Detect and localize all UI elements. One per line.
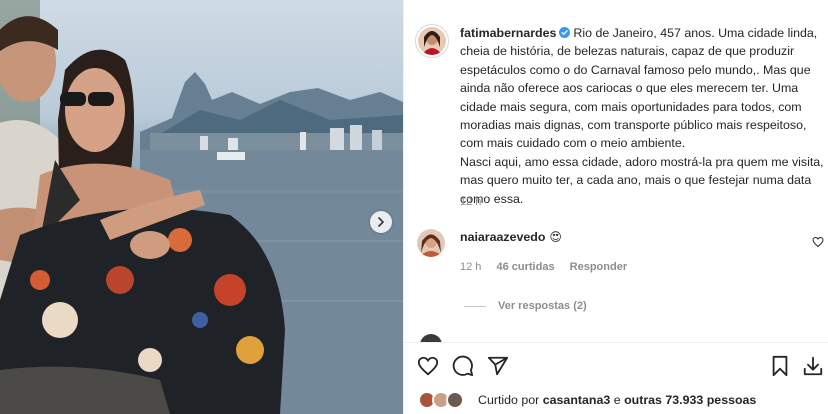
liker-avatars <box>418 391 468 409</box>
verified-badge-icon <box>559 27 571 38</box>
caption-timestamp[interactable]: 12 h <box>460 196 481 208</box>
caption-text: Rio de Janeiro, 457 anos. Uma cidade lin… <box>460 26 824 206</box>
post-actions-bar: Curtido por casantana3 e outras 73.933 p… <box>404 342 828 414</box>
comment-meta: 12 h 46 curtidas Responder <box>460 261 639 273</box>
post-photo <box>0 0 403 414</box>
post-owner-avatar[interactable] <box>415 24 449 58</box>
post-details-panel: fatimabernardes Rio de Janeiro, 457 anos.… <box>403 0 828 414</box>
post-caption: fatimabernardes Rio de Janeiro, 457 anos.… <box>460 24 825 208</box>
likes-summary: Curtido por casantana3 e outras 73.933 p… <box>418 391 756 409</box>
commenter-avatar[interactable] <box>417 229 445 257</box>
likes-conjunction: e <box>613 393 621 407</box>
view-replies-label: Ver respostas (2) <box>498 300 587 312</box>
comment-text: 😍 <box>549 230 562 244</box>
replies-divider <box>464 305 486 307</box>
comment-timestamp[interactable]: 12 h <box>460 261 481 273</box>
bookmark-icon[interactable] <box>769 355 791 377</box>
commenter-username[interactable]: naiaraazevedo <box>460 230 545 244</box>
liker-avatar <box>446 391 464 409</box>
share-icon[interactable] <box>487 355 509 377</box>
avatar-image <box>418 27 446 55</box>
comment-likes-count[interactable]: 46 curtidas <box>496 261 554 273</box>
chevron-right-icon <box>378 217 384 227</box>
comment-like-heart-icon[interactable] <box>812 236 824 248</box>
comment: naiaraazevedo 😍 <box>460 230 562 244</box>
post-photo-illustration <box>0 0 403 414</box>
download-icon[interactable] <box>802 355 824 377</box>
view-replies-button[interactable]: Ver respostas (2) <box>464 300 587 312</box>
avatar-image <box>417 229 445 257</box>
heart-icon[interactable] <box>417 355 439 377</box>
post-owner-username[interactable]: fatimabernardes <box>460 26 556 40</box>
other-likes-count[interactable]: outras 73.933 pessoas <box>624 393 756 407</box>
first-liker-username[interactable]: casantana3 <box>543 393 611 407</box>
comment-icon[interactable] <box>452 355 474 377</box>
reply-button[interactable]: Responder <box>570 261 627 273</box>
next-photo-button[interactable] <box>370 211 392 233</box>
likes-prefix: Curtido por <box>478 393 540 407</box>
